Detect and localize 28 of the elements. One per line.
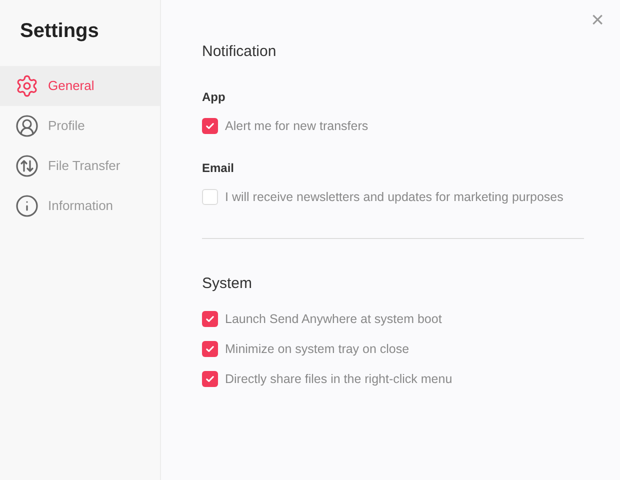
option-label: Directly share files in the right-click menu <box>225 370 452 388</box>
checkbox[interactable] <box>202 189 218 205</box>
option-label: Launch Send Anywhere at system boot <box>225 310 442 328</box>
option-label: I will receive newsletters and updates for marketing purposes <box>225 188 564 206</box>
arrows-icon <box>15 154 39 178</box>
group-label: App <box>202 89 226 105</box>
checkbox[interactable] <box>202 311 218 327</box>
option-label: Alert me for new transfers <box>225 118 368 135</box>
info-icon <box>15 194 39 218</box>
checkbox[interactable] <box>202 118 218 134</box>
section-title: Notification <box>202 42 278 62</box>
checkbox[interactable] <box>202 341 218 357</box>
option-label: Minimize on system tray on close <box>225 340 410 358</box>
checkbox[interactable] <box>202 371 218 387</box>
close-button[interactable]: × <box>591 9 604 31</box>
checkmark-icon <box>205 314 215 324</box>
checkmark-icon <box>205 344 215 354</box>
sidebar-item[interactable]: Profile <box>0 106 160 146</box>
settings-title: Settings <box>19 19 100 44</box>
sidebar-item[interactable]: General <box>0 66 160 106</box>
gear-icon <box>15 74 39 98</box>
checkmark-icon <box>205 121 215 131</box>
checkmark-icon <box>205 374 215 384</box>
section-title: System <box>202 274 254 294</box>
sidebar-item[interactable]: File Transfer <box>0 146 160 186</box>
sidebar-item[interactable]: Information <box>0 186 160 226</box>
group-label: Email <box>202 160 236 176</box>
user-icon <box>15 114 39 138</box>
